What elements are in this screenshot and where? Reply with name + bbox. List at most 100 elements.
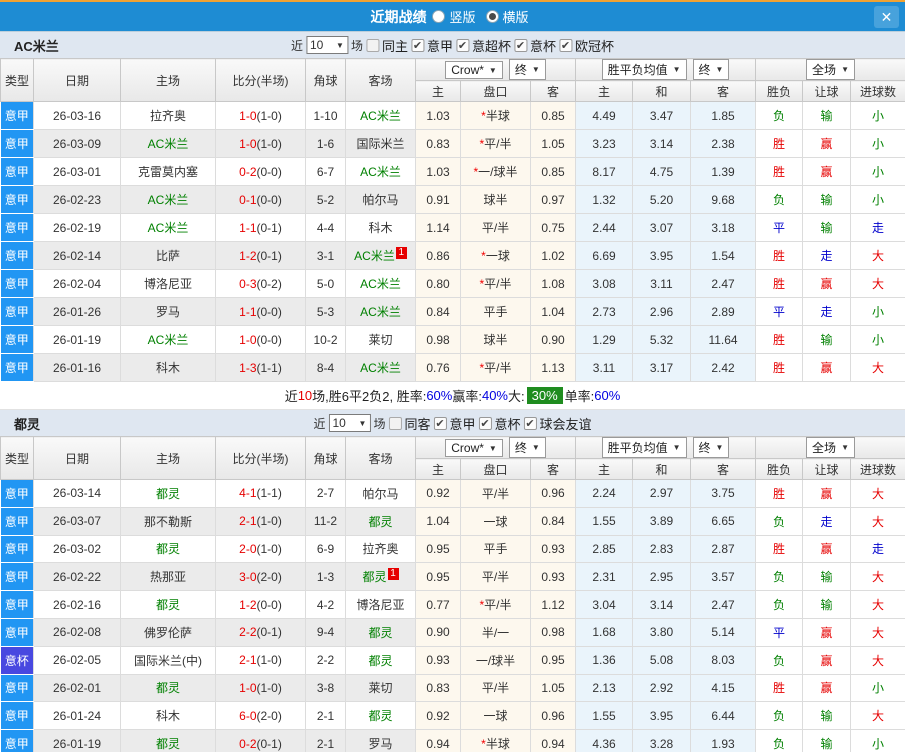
away-team-cell: AC米兰 1 — [345, 241, 416, 270]
vertical-layout-radio[interactable] — [432, 10, 446, 23]
team-link[interactable]: 科木 — [156, 709, 180, 723]
same-venue-label[interactable]: 同主 — [382, 36, 408, 55]
league-filter-checkbox[interactable]: ✔ — [456, 38, 470, 52]
team-link[interactable]: 国际米兰(中) — [134, 654, 202, 668]
team-link[interactable]: 都灵 — [156, 681, 180, 695]
league-filter-checkbox[interactable]: ✔ — [433, 416, 447, 430]
league-filter-label[interactable]: 球会友谊 — [540, 414, 592, 433]
team-link[interactable]: 国际米兰 — [356, 137, 404, 151]
asia-final-select[interactable]: 终 ▼ — [508, 59, 546, 80]
league-filter-checkbox[interactable]: ✔ — [559, 38, 573, 52]
team-link[interactable]: 帕尔马 — [362, 193, 398, 207]
league-filter-checkbox[interactable]: ✔ — [478, 416, 492, 430]
handicap-result-cell: 赢 — [802, 157, 852, 186]
same-venue-checkbox[interactable] — [365, 38, 379, 52]
date-cell: 26-03-07 — [33, 506, 121, 536]
league-filter-label[interactable]: 意杯 — [530, 36, 556, 55]
team-link[interactable]: 都灵 — [368, 654, 392, 668]
match-count-select[interactable]: 10 ▼ — [328, 414, 371, 432]
team-link[interactable]: 都灵 — [368, 709, 392, 723]
team-link[interactable]: 科木 — [156, 361, 180, 375]
date-cell: 26-03-14 — [33, 479, 121, 508]
summary-text: 赢率: — [452, 389, 482, 404]
same-venue-checkbox[interactable] — [388, 416, 402, 430]
vertical-layout-label[interactable]: 竖版 — [449, 7, 475, 26]
team-link[interactable]: AC米兰 — [360, 109, 401, 123]
match-count-select[interactable]: 10 ▼ — [305, 36, 348, 54]
team-link[interactable]: 拉齐奥 — [150, 109, 186, 123]
euro-final-select[interactable]: 终 ▼ — [692, 59, 730, 80]
same-venue-label[interactable]: 同客 — [404, 414, 430, 433]
team-link[interactable]: AC米兰 — [360, 305, 401, 319]
home-team-cell: AC米兰 — [120, 185, 216, 214]
home-team-cell: AC米兰 — [120, 325, 216, 354]
halftime-score: (1-0) — [256, 136, 282, 151]
euro-draw-odds-cell: 3.28 — [632, 729, 691, 752]
team-link[interactable]: 罗马 — [156, 305, 180, 319]
team-link[interactable]: 都灵 — [156, 598, 180, 612]
match-row: 意杯 26-02-05 国际米兰(中) 2-1(1-0) 2-2 都灵 0.93… — [0, 645, 905, 675]
team-link[interactable]: 拉齐奥 — [362, 542, 398, 556]
league-filter-label[interactable]: 意杯 — [495, 414, 521, 433]
league-filter-label[interactable]: 意甲 — [450, 414, 476, 433]
result-cell: 负 — [755, 590, 804, 619]
close-button[interactable]: ✕ — [874, 6, 899, 28]
team-link[interactable]: 那不勒斯 — [144, 515, 192, 529]
chevron-down-icon: ▼ — [531, 443, 540, 452]
euro-draw-odds-cell: 4.75 — [632, 157, 691, 186]
euro-avg-select[interactable]: 胜平负均值 ▼ — [601, 59, 687, 80]
horizontal-layout-radio[interactable] — [485, 10, 499, 23]
team-link[interactable]: 博洛尼亚 — [356, 598, 404, 612]
league-filter-label[interactable]: 意超杯 — [472, 36, 511, 55]
team-link[interactable]: 都灵 — [156, 542, 180, 556]
team-link[interactable]: AC米兰 — [148, 333, 189, 347]
score-cell: 1-1(0-0) — [215, 297, 306, 326]
team-link[interactable]: AC米兰 — [360, 165, 401, 179]
team-link[interactable]: AC米兰 — [148, 221, 189, 235]
team-link[interactable]: 博洛尼亚 — [144, 277, 192, 291]
home-team-cell: 罗马 — [120, 297, 216, 326]
team-link[interactable]: AC米兰 — [360, 277, 401, 291]
team-link[interactable]: AC米兰 — [148, 137, 189, 151]
team-link[interactable]: AC米兰 — [360, 361, 401, 375]
league-type-cell: 意甲 — [0, 673, 34, 703]
team-link[interactable]: 佛罗伦萨 — [144, 626, 192, 640]
date-cell: 26-01-19 — [33, 325, 121, 354]
team-link[interactable]: 都灵 — [156, 737, 180, 751]
league-filter-checkbox[interactable]: ✔ — [523, 416, 537, 430]
league-filter-checkbox[interactable]: ✔ — [514, 38, 528, 52]
asia-away-odds-cell: 0.90 — [530, 325, 576, 354]
bookmaker-select[interactable]: Crow* ▼ — [445, 61, 503, 79]
league-filter-checkbox[interactable]: ✔ — [410, 38, 424, 52]
team-link[interactable]: 都灵 — [362, 570, 386, 584]
team-link[interactable]: 都灵 — [368, 626, 392, 640]
horizontal-layout-label[interactable]: 横版 — [503, 7, 529, 26]
league-filter-label[interactable]: 意甲 — [427, 36, 453, 55]
team-link[interactable]: 科木 — [368, 221, 392, 235]
league-filter-label[interactable]: 欧冠杯 — [575, 36, 614, 55]
scope-select[interactable]: 全场 ▼ — [806, 59, 855, 80]
euro-avg-select[interactable]: 胜平负均值 ▼ — [601, 437, 687, 458]
team-link[interactable]: AC米兰 — [354, 249, 395, 263]
team-link[interactable]: 克雷莫内塞 — [138, 165, 198, 179]
scope-select[interactable]: 全场 ▼ — [806, 437, 855, 458]
team-link[interactable]: 都灵 — [156, 487, 180, 501]
team-link[interactable]: 莱切 — [368, 333, 392, 347]
team-link[interactable]: 比萨 — [156, 249, 180, 263]
match-row: 意甲 26-01-24 科木 6-0(2-0) 2-1 都灵 0.92 一球 0… — [0, 701, 905, 731]
team-link[interactable]: AC米兰 — [148, 193, 189, 207]
asia-away-odds-cell: 1.12 — [530, 590, 576, 619]
match-count-value: 10 — [332, 416, 346, 430]
team-link[interactable]: 罗马 — [368, 737, 392, 751]
team-link[interactable]: 莱切 — [368, 681, 392, 695]
euro-final-select[interactable]: 终 ▼ — [692, 437, 730, 458]
team-link[interactable]: 帕尔马 — [362, 487, 398, 501]
score-cell: 6-0(2-0) — [215, 701, 306, 731]
date-cell: 26-01-19 — [33, 729, 121, 752]
team-link[interactable]: 都灵 — [368, 515, 392, 529]
euro-away-odds-cell: 6.44 — [689, 701, 757, 731]
bookmaker-select[interactable]: Crow* ▼ — [445, 439, 503, 457]
asia-away-odds-cell: 0.96 — [530, 479, 576, 508]
asia-final-select[interactable]: 终 ▼ — [508, 437, 546, 458]
team-link[interactable]: 热那亚 — [150, 570, 186, 584]
